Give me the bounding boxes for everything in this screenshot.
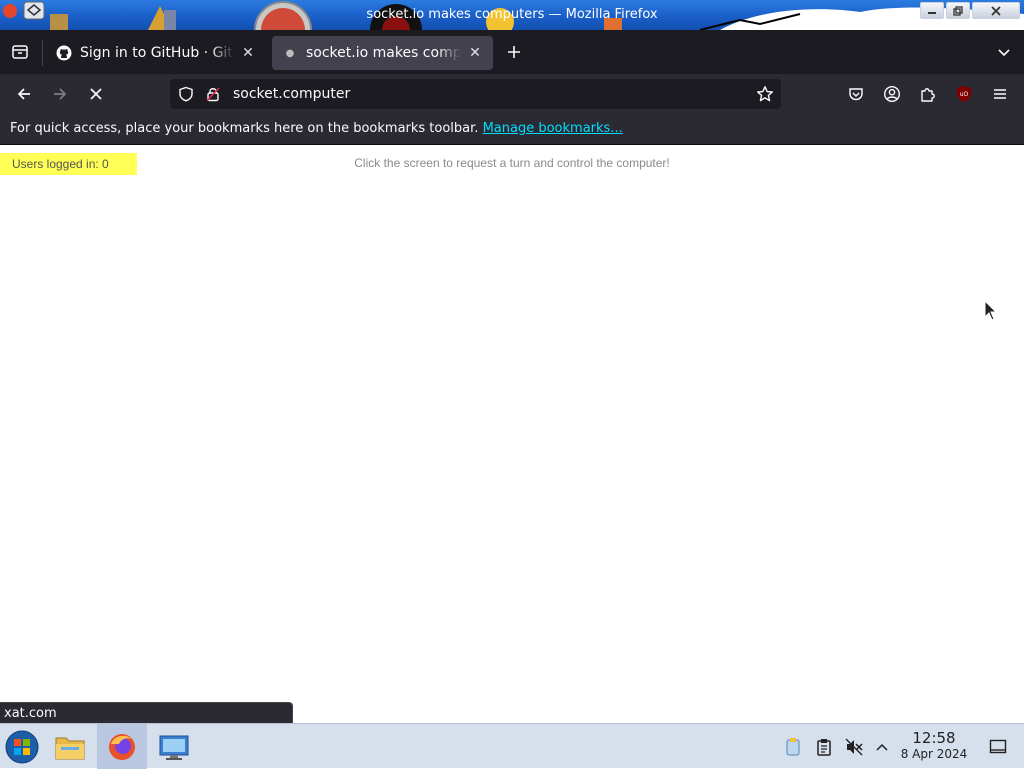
close-icon	[991, 5, 1001, 16]
page-content[interactable]: Users logged in: 0 Click the screen to r…	[0, 145, 1024, 723]
ublock-origin-button[interactable]: uO	[950, 80, 978, 108]
tab-github-signin[interactable]: Sign in to GitHub · GitHub ✕	[46, 36, 266, 70]
plus-icon	[508, 46, 520, 58]
puzzle-icon	[921, 88, 935, 102]
taskbar-firefox[interactable]	[97, 724, 147, 769]
list-all-tabs-button[interactable]	[990, 38, 1018, 66]
navigation-toolbar: socket.computer uO	[0, 74, 1024, 114]
clipboard-icon	[817, 738, 831, 756]
close-tab-icon[interactable]: ✕	[240, 45, 256, 61]
clipboard-app-icon	[786, 737, 800, 755]
firefox-view-icon	[12, 45, 28, 59]
bookmark-star-icon[interactable]	[756, 85, 774, 103]
restore-icon	[953, 5, 963, 16]
arrow-left-icon	[17, 88, 30, 100]
ublock-shield-icon: uO	[957, 86, 971, 102]
taskbar-file-manager[interactable]	[50, 724, 90, 769]
tab-socket-io[interactable]: ● socket.io makes computers ✕	[272, 36, 493, 70]
tray-expand-button[interactable]	[872, 724, 892, 769]
stop-icon	[90, 88, 102, 100]
firefox-icon	[109, 733, 135, 760]
shield-icon	[179, 86, 193, 102]
insecure-lock-icon	[206, 87, 220, 102]
show-desktop-button[interactable]	[984, 724, 1012, 769]
taskbar-clock[interactable]: 12:58 8 Apr 2024	[898, 730, 970, 762]
folder-icon	[55, 737, 85, 759]
tab-strip: Sign in to GitHub · GitHub ✕ ● socket.io…	[0, 30, 1024, 74]
tray-volume-muted[interactable]	[842, 724, 866, 769]
window-titlebar: socket.io makes computers — Mozilla Fire…	[0, 0, 1024, 30]
chevron-down-icon	[998, 49, 1010, 57]
tray-clipboard[interactable]	[812, 724, 836, 769]
new-tab-button[interactable]	[500, 38, 528, 66]
minimize-button[interactable]	[920, 2, 944, 19]
tab-label: socket.io makes computers	[306, 45, 461, 61]
show-desktop-icon	[989, 739, 1007, 753]
close-tab-icon[interactable]: ✕	[467, 45, 483, 61]
manage-bookmarks-link[interactable]: Manage bookmarks...	[483, 121, 623, 136]
url-text: socket.computer	[233, 86, 351, 102]
account-button[interactable]	[878, 80, 906, 108]
minimize-icon	[928, 11, 936, 14]
start-orb-icon	[5, 730, 39, 763]
extensions-button[interactable]	[914, 80, 942, 108]
mouse-cursor-icon	[984, 300, 998, 321]
taskbar: 12:58 8 Apr 2024	[0, 723, 1024, 769]
account-icon	[883, 85, 901, 103]
loading-dot-icon: ●	[285, 47, 295, 59]
firefox-view-button[interactable]	[6, 38, 34, 66]
window-title: socket.io makes computers — Mozilla Fire…	[366, 7, 658, 22]
back-button[interactable]	[10, 80, 38, 108]
restore-button[interactable]	[946, 2, 970, 19]
clock-date: 8 Apr 2024	[900, 747, 968, 761]
svg-text:uO: uO	[960, 91, 969, 98]
github-icon	[56, 45, 72, 61]
tray-app-icon[interactable]	[780, 724, 806, 769]
taskbar-remote-desktop[interactable]	[152, 724, 196, 769]
close-window-button[interactable]	[972, 2, 1020, 19]
chevron-up-icon	[876, 743, 888, 751]
hamburger-menu-icon	[994, 89, 1006, 99]
start-button[interactable]	[0, 724, 44, 769]
bookmarks-toolbar: For quick access, place your bookmarks h…	[0, 114, 1024, 145]
control-hint-text: Click the screen to request a turn and c…	[354, 156, 670, 170]
monitor-icon	[159, 735, 189, 760]
stop-button[interactable]	[82, 80, 110, 108]
pocket-button[interactable]	[842, 80, 870, 108]
clock-time: 12:58	[912, 729, 956, 747]
pocket-icon	[849, 88, 863, 101]
bookmarks-empty-message: For quick access, place your bookmarks h…	[10, 121, 479, 136]
speaker-muted-icon	[845, 738, 863, 755]
link-status-panel: xat.com	[0, 702, 293, 724]
arrow-right-icon	[54, 88, 67, 100]
forward-button[interactable]	[46, 80, 74, 108]
url-bar[interactable]: socket.computer	[170, 79, 781, 109]
tab-label: Sign in to GitHub · GitHub	[80, 45, 234, 61]
app-menu-button[interactable]	[986, 80, 1014, 108]
